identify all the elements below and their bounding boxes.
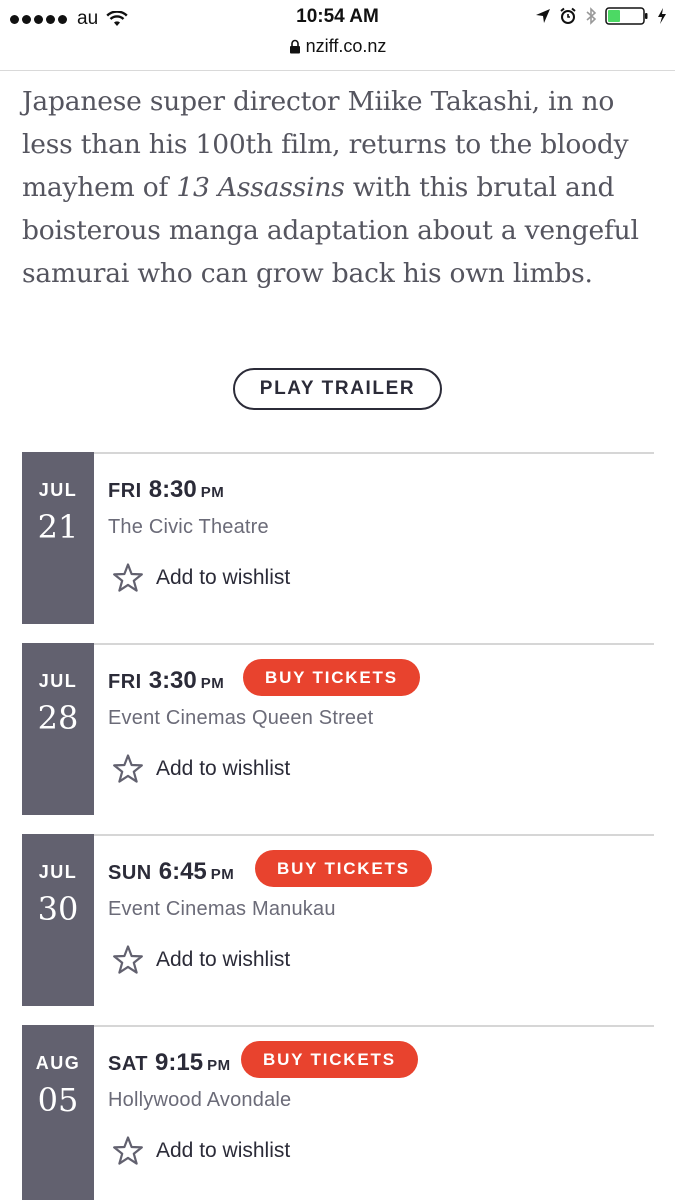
screening-day: 30 xyxy=(37,890,79,928)
wishlist-label: Add to wishlist xyxy=(156,757,291,780)
star-icon xyxy=(113,1136,143,1165)
screening-ampm: PM xyxy=(200,675,225,692)
screening-clock-time: 3:30 xyxy=(148,667,197,694)
screening-divider xyxy=(22,643,654,645)
url-text: nziff.co.nz xyxy=(305,36,387,56)
buy-tickets-button[interactable]: BUY TICKETS xyxy=(243,659,420,696)
screening-item: JUL 28 FRI 3:30 PM BUY TICKETS Event Cin… xyxy=(22,643,654,815)
screening-venue[interactable]: Hollywood Avondale xyxy=(108,1089,291,1112)
screening-divider xyxy=(22,452,654,454)
wishlist-label: Add to wishlist xyxy=(156,566,291,589)
address-bar[interactable]: nziff.co.nz xyxy=(0,36,675,59)
screening-month: JUL xyxy=(38,480,78,500)
location-arrow-icon xyxy=(535,8,551,24)
screening-clock-time: 8:30 xyxy=(148,476,197,503)
screening-weekday: SUN xyxy=(108,862,152,884)
battery-icon xyxy=(605,7,649,25)
screening-day: 28 xyxy=(37,699,79,737)
star-icon xyxy=(113,754,143,783)
screening-ampm: PM xyxy=(210,866,235,883)
date-box: JUL 30 xyxy=(22,834,94,1006)
date-box: JUL 21 xyxy=(22,452,94,624)
screening-venue[interactable]: The Civic Theatre xyxy=(108,516,269,539)
status-bar: au 10:54 AM xyxy=(0,0,675,40)
date-box: JUL 28 xyxy=(22,643,94,815)
description-film-title: 13 Assassins xyxy=(176,172,345,203)
screening-ampm: PM xyxy=(207,1057,231,1074)
alarm-clock-icon xyxy=(559,7,577,25)
screening-day: 21 xyxy=(37,508,79,546)
screening-item: AUG 05 SAT 9:15 PM BUY TICKETS Hollywood… xyxy=(22,1025,654,1200)
screening-clock-time: 9:15 xyxy=(155,1049,204,1076)
date-box: AUG 05 xyxy=(22,1025,94,1200)
screening-weekday: SAT xyxy=(108,1053,149,1075)
star-icon xyxy=(113,563,143,592)
screening-time: SAT 9:15 PM xyxy=(108,1049,231,1077)
screening-weekday: FRI xyxy=(108,480,142,502)
screening-item: JUL 21 FRI 8:30 PM The Civic Theatre Add… xyxy=(22,452,654,624)
screening-clock-time: 6:45 xyxy=(158,858,207,885)
add-to-wishlist-button[interactable]: Add to wishlist xyxy=(112,753,290,785)
screening-time: FRI 8:30 PM xyxy=(108,476,224,504)
status-right xyxy=(535,7,667,25)
add-to-wishlist-button[interactable]: Add to wishlist xyxy=(112,1135,290,1167)
star-icon xyxy=(113,945,143,974)
wishlist-label: Add to wishlist xyxy=(156,1139,291,1162)
bluetooth-icon xyxy=(585,7,597,25)
add-to-wishlist-button[interactable]: Add to wishlist xyxy=(112,562,290,594)
screening-venue[interactable]: Event Cinemas Queen Street xyxy=(108,707,373,730)
screening-month: JUL xyxy=(38,671,78,691)
screening-time: SUN 6:45 PM xyxy=(108,858,234,886)
buy-tickets-button[interactable]: BUY TICKETS xyxy=(241,1041,418,1078)
screening-item: JUL 30 SUN 6:45 PM BUY TICKETS Event Cin… xyxy=(22,834,654,1006)
screening-weekday: FRI xyxy=(108,671,142,693)
charging-bolt-icon xyxy=(657,7,667,25)
header-divider xyxy=(0,70,675,71)
screening-day: 05 xyxy=(37,1081,79,1119)
lock-icon xyxy=(289,38,301,59)
wishlist-label: Add to wishlist xyxy=(156,948,291,971)
buy-tickets-button[interactable]: BUY TICKETS xyxy=(255,850,432,887)
screening-divider xyxy=(22,1025,654,1027)
add-to-wishlist-button[interactable]: Add to wishlist xyxy=(112,944,290,976)
screening-ampm: PM xyxy=(200,484,225,501)
screening-venue[interactable]: Event Cinemas Manukau xyxy=(108,898,336,921)
screening-divider xyxy=(22,834,654,836)
film-description: Japanese super director Miike Takashi, i… xyxy=(22,80,652,295)
screening-month: AUG xyxy=(35,1053,81,1073)
screening-time: FRI 3:30 PM xyxy=(108,667,224,695)
play-trailer-button[interactable]: PLAY TRAILER xyxy=(233,368,442,410)
screening-month: JUL xyxy=(38,862,78,882)
